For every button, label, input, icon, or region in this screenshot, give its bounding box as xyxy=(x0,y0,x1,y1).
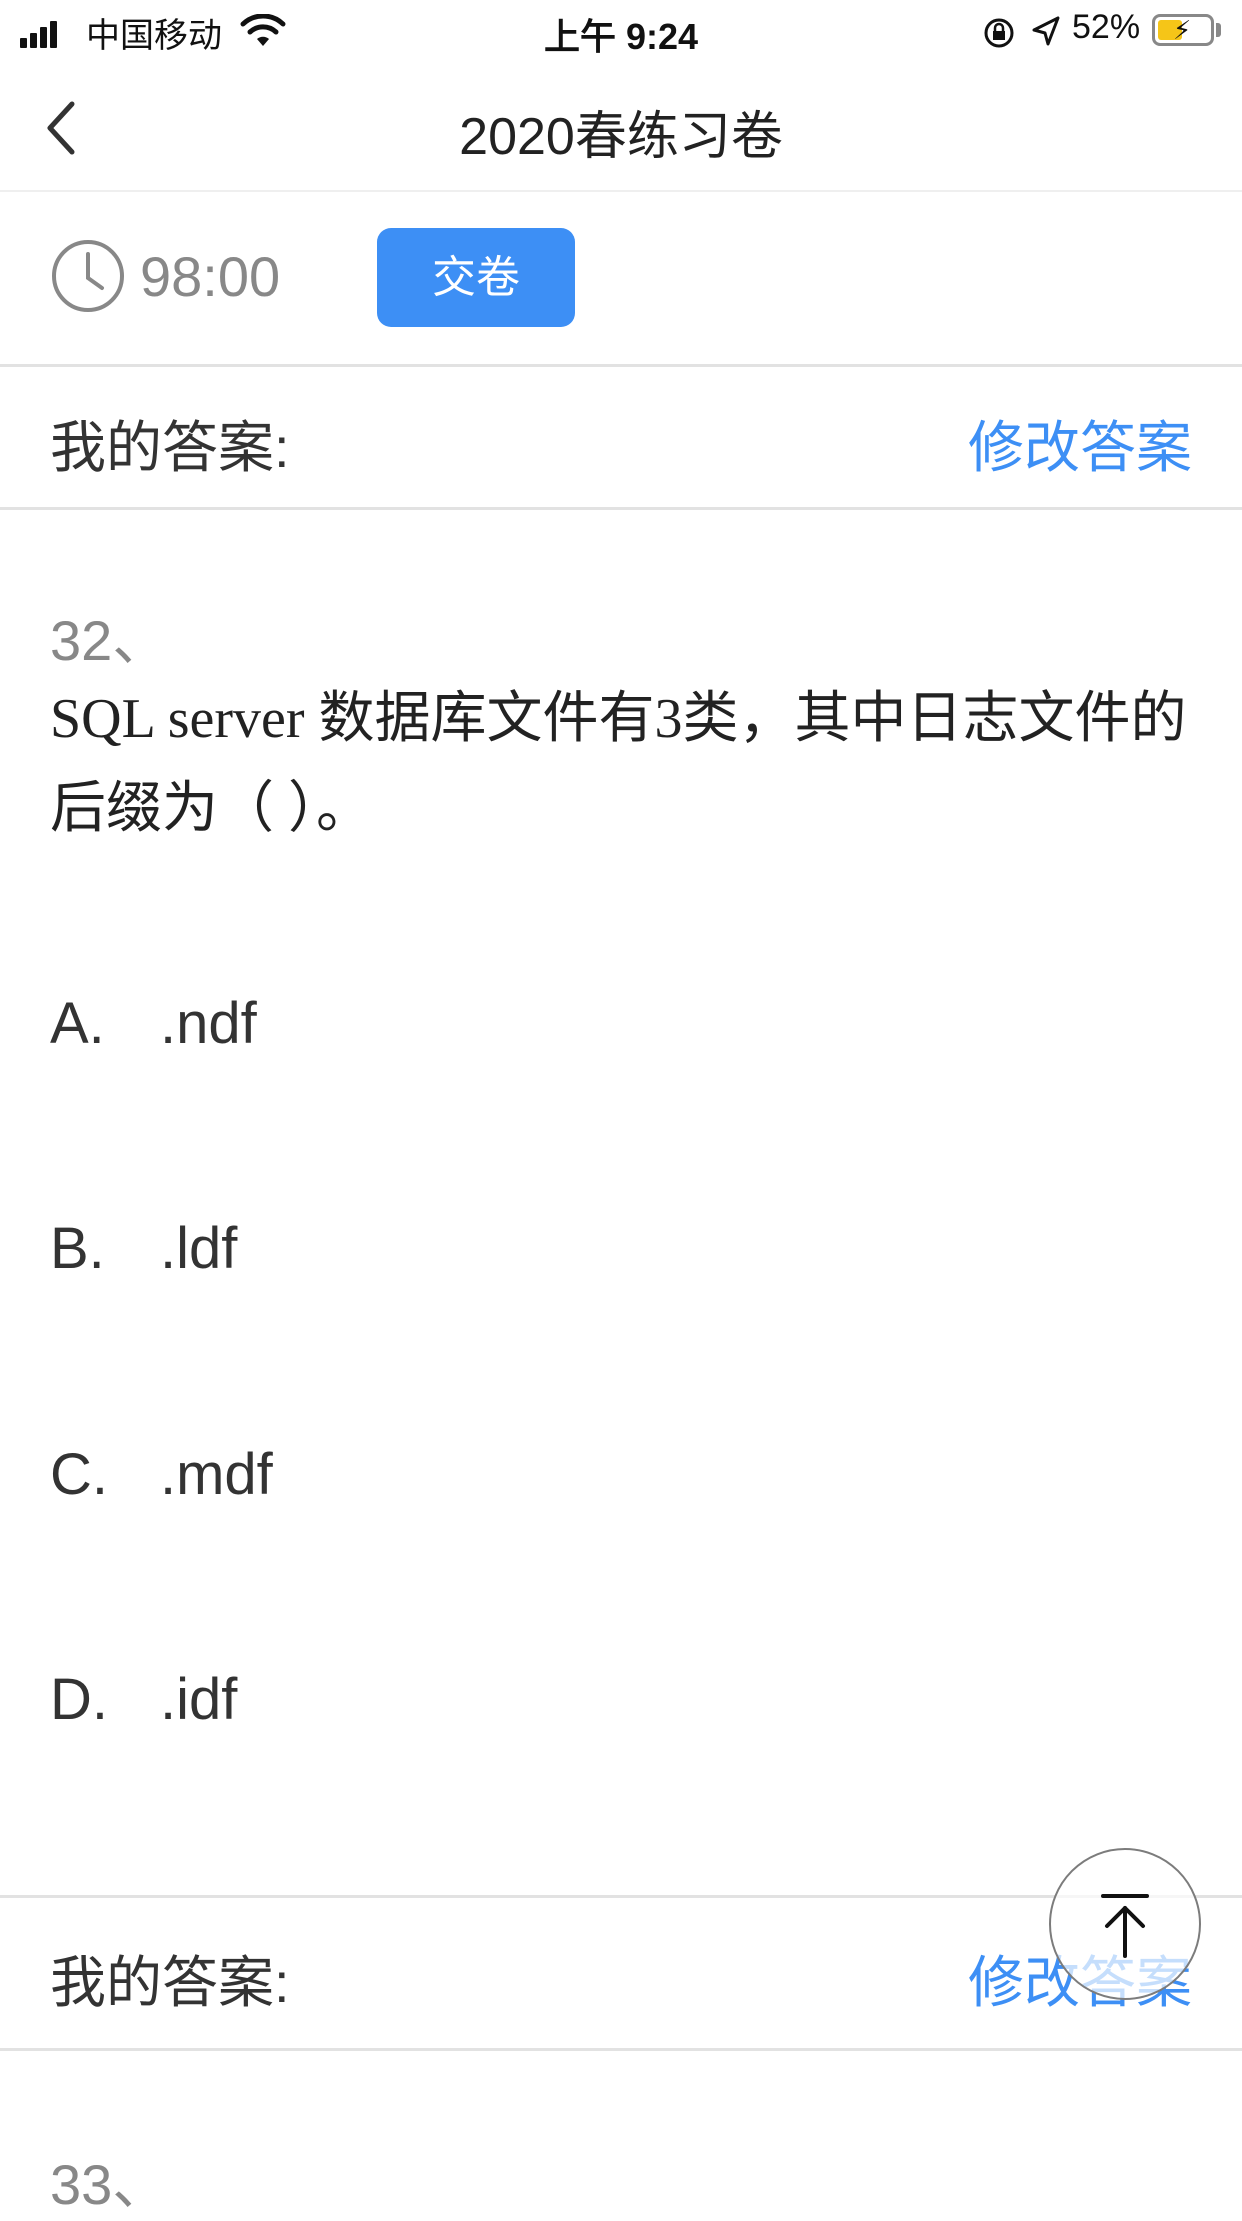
my-answer-bar: 我的答案: 修改答案 xyxy=(0,367,1242,510)
exam-toolbar: 98:00 交卷 xyxy=(0,192,1242,367)
option-b[interactable]: B. .ldf xyxy=(50,1215,237,1282)
option-text: .ndf xyxy=(160,991,257,1056)
my-answer-label: 我的答案: xyxy=(50,1951,290,2014)
option-text: .mdf xyxy=(160,1442,273,1507)
clock-icon xyxy=(50,238,126,319)
battery-tip xyxy=(1216,23,1221,37)
option-text: .ldf xyxy=(160,1216,238,1281)
my-answer-label: 我的答案: xyxy=(50,416,290,479)
option-d[interactable]: D. .idf xyxy=(50,1666,237,1733)
arrow-up-to-top-icon[interactable] xyxy=(1049,1848,1201,2000)
option-text: .idf xyxy=(160,1667,238,1732)
modify-answer-button[interactable]: 修改答案 xyxy=(968,403,1192,484)
submit-exam-button[interactable]: 交卷 xyxy=(377,228,575,327)
status-bar: 中国移动 上午 9:24 52% ⚡ xyxy=(0,0,1242,64)
option-letter: A. xyxy=(50,991,105,1056)
option-letter: C. xyxy=(50,1442,108,1507)
question-number: 32、 xyxy=(50,609,169,672)
option-c[interactable]: C. .mdf xyxy=(50,1441,273,1508)
option-letter: D. xyxy=(50,1667,108,1732)
option-a[interactable]: A. .ndf xyxy=(50,990,257,1057)
countdown-timer: 98:00 xyxy=(140,245,281,308)
page-title: 2020春练习卷 xyxy=(459,108,783,166)
question-number: 33、 xyxy=(50,2153,169,2216)
option-letter: B. xyxy=(50,1216,105,1281)
battery-percent: 52% xyxy=(1072,8,1141,46)
nav-bar: 2020春练习卷 xyxy=(0,64,1242,192)
battery-icon: ⚡ xyxy=(1152,14,1214,46)
orientation-lock-icon xyxy=(982,16,1016,55)
question-text: SQL server 数据库文件有3类，其中日志文件的后缀为（ ）。 xyxy=(50,688,1187,840)
location-icon xyxy=(1030,14,1062,53)
